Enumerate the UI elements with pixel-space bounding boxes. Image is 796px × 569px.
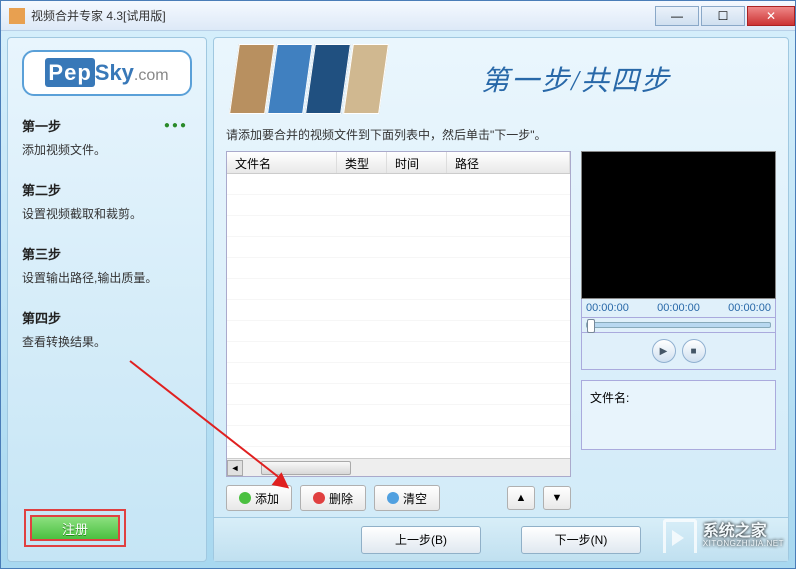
move-down-button[interactable]: ▼	[543, 486, 571, 510]
window-controls: — ☐ ✕	[653, 6, 795, 26]
prev-step-button[interactable]: 上一步(B)	[361, 526, 481, 554]
next-step-button[interactable]: 下一步(N)	[521, 526, 641, 554]
time-end: 00:00:00	[728, 302, 771, 314]
step-3: 第三步 设置输出路径,输出质量。	[22, 244, 192, 286]
logo: PepSky.com	[22, 50, 192, 96]
banner-thumbnails	[229, 44, 389, 114]
step-2-desc: 设置视频截取和裁剪。	[22, 205, 192, 222]
col-type[interactable]: 类型	[337, 152, 387, 173]
step-1: ●●● 第一步 添加视频文件。	[22, 116, 192, 158]
scroll-left-icon[interactable]: ◄	[227, 460, 243, 476]
minimize-button[interactable]: —	[655, 6, 699, 26]
instruction-text: 请添加要合并的视频文件到下面列表中，然后单击"下一步"。	[226, 126, 776, 143]
window-body: PepSky.com ●●● 第一步 添加视频文件。 第二步 设置视频截取和裁剪…	[1, 31, 795, 568]
app-icon	[9, 8, 25, 24]
step-4-desc: 查看转换结果。	[22, 333, 192, 350]
window-title: 视频合并专家 4.3[试用版]	[31, 7, 653, 24]
step-2-title: 第二步	[22, 180, 192, 199]
wizard-nav: 上一步(B) 下一步(N)	[214, 517, 788, 561]
close-button[interactable]: ✕	[747, 6, 795, 26]
titlebar: 视频合并专家 4.3[试用版] — ☐ ✕	[1, 1, 795, 31]
video-preview	[581, 151, 776, 299]
step-4-title: 第四步	[22, 308, 192, 327]
app-window: 视频合并专家 4.3[试用版] — ☐ ✕ PepSky.com ●●● 第一步…	[0, 0, 796, 569]
table-body[interactable]	[227, 174, 570, 458]
table-header: 文件名 类型 时间 路径	[227, 152, 570, 174]
seek-slider[interactable]	[586, 322, 771, 328]
filename-label: 文件名:	[590, 391, 629, 405]
file-action-row: 添加 删除 清空 ▲ ▼	[226, 485, 571, 511]
play-button[interactable]: ▶	[652, 339, 676, 363]
logo-sky: Sky	[95, 60, 134, 85]
col-time[interactable]: 时间	[387, 152, 447, 173]
delete-icon	[313, 492, 325, 504]
time-current: 00:00:00	[657, 302, 700, 314]
move-up-button[interactable]: ▲	[507, 486, 535, 510]
add-icon	[239, 492, 251, 504]
step-3-title: 第三步	[22, 244, 192, 263]
logo-suffix: .com	[134, 67, 169, 84]
stop-button[interactable]: ■	[682, 339, 706, 363]
maximize-button[interactable]: ☐	[701, 6, 745, 26]
main-panel: 第一步/共四步 请添加要合并的视频文件到下面列表中，然后单击"下一步"。 文件名…	[213, 37, 789, 562]
step-1-desc: 添加视频文件。	[22, 141, 192, 158]
file-list-panel: 文件名 类型 时间 路径 ◄ 添加	[226, 151, 571, 511]
preview-panel: 00:00:00 00:00:00 00:00:00 ▶ ■ 文件名:	[581, 151, 776, 511]
filename-display: 文件名:	[581, 380, 776, 450]
clear-button[interactable]: 清空	[374, 485, 440, 511]
content-area: 请添加要合并的视频文件到下面列表中，然后单击"下一步"。 文件名 类型 时间 路…	[214, 120, 788, 517]
scroll-thumb[interactable]	[261, 461, 351, 475]
step-3-desc: 设置输出路径,输出质量。	[22, 269, 192, 286]
col-filename[interactable]: 文件名	[227, 152, 337, 173]
seek-thumb[interactable]	[587, 319, 595, 333]
step-4: 第四步 查看转换结果。	[22, 308, 192, 350]
register-button[interactable]: 注册	[30, 515, 120, 541]
add-button[interactable]: 添加	[226, 485, 292, 511]
file-table: 文件名 类型 时间 路径 ◄	[226, 151, 571, 477]
col-path[interactable]: 路径	[447, 152, 570, 173]
banner: 第一步/共四步	[214, 38, 788, 120]
delete-button[interactable]: 删除	[300, 485, 366, 511]
banner-title: 第一步/共四步	[384, 59, 768, 99]
seek-bar-row	[581, 318, 776, 333]
clear-icon	[387, 492, 399, 504]
playback-controls: ▶ ■	[581, 333, 776, 370]
time-display: 00:00:00 00:00:00 00:00:00	[581, 299, 776, 318]
sidebar: PepSky.com ●●● 第一步 添加视频文件。 第二步 设置视频截取和裁剪…	[7, 37, 207, 562]
time-start: 00:00:00	[586, 302, 629, 314]
step-2: 第二步 设置视频截取和裁剪。	[22, 180, 192, 222]
horizontal-scrollbar[interactable]: ◄	[227, 458, 570, 476]
active-step-indicator: ●●●	[164, 120, 188, 131]
logo-pep: Pep	[45, 58, 94, 87]
